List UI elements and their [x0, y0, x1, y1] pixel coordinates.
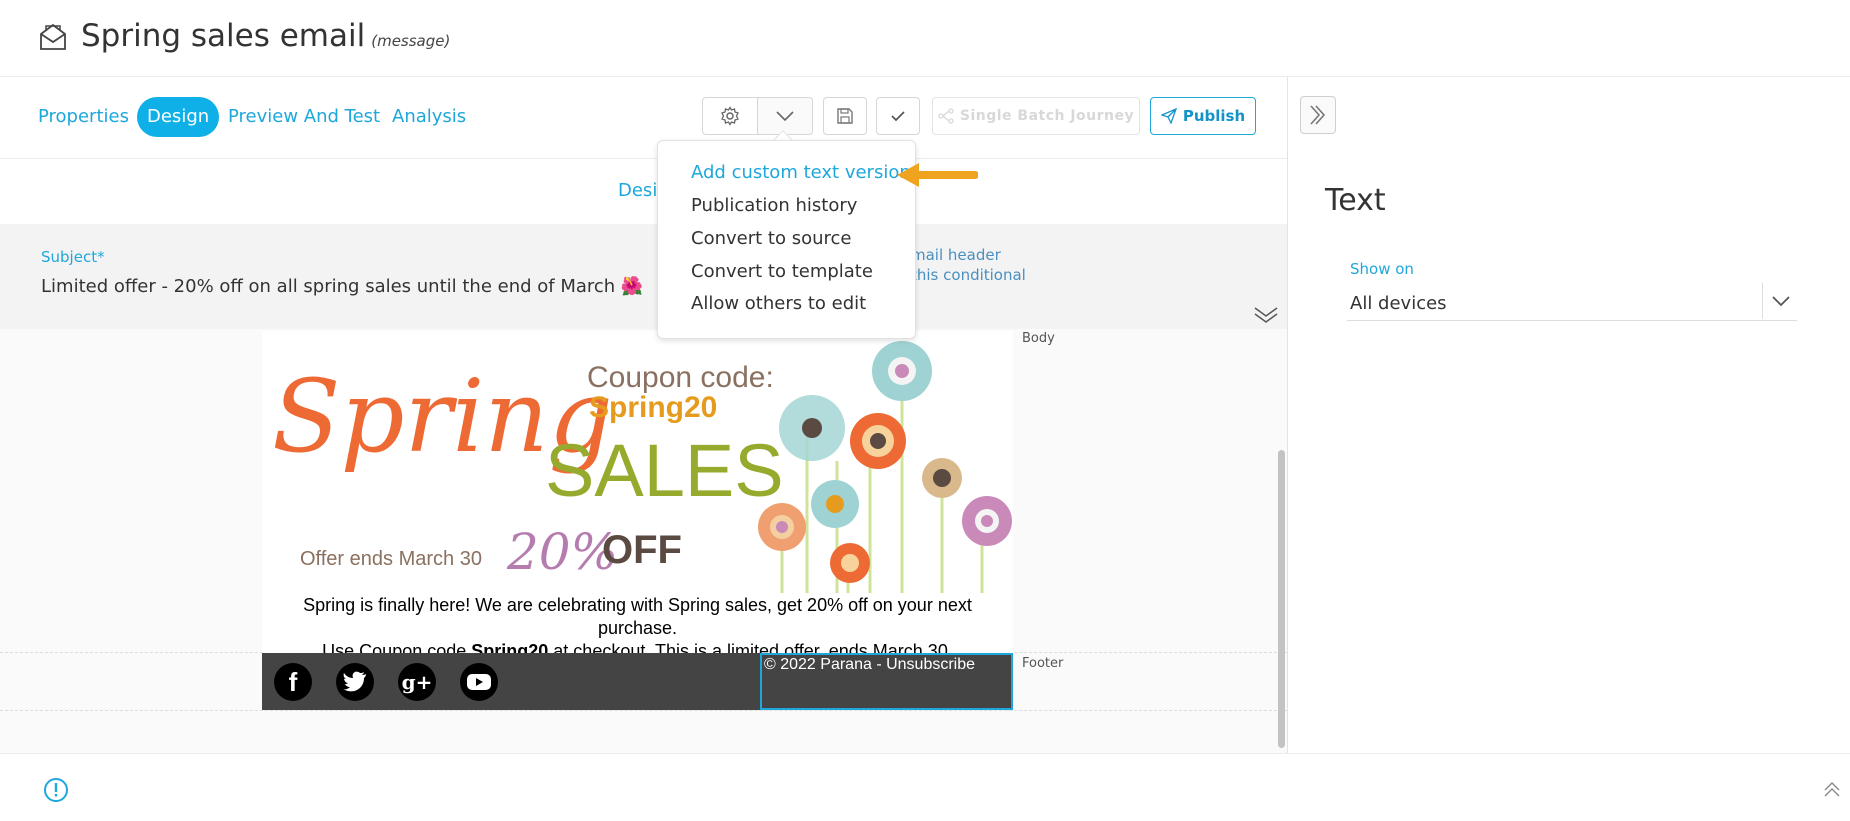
google-plus-icon[interactable]: g+ — [398, 663, 436, 701]
double-chevron-right-icon — [1310, 105, 1326, 125]
page-title: Spring sales email (message) — [81, 18, 450, 54]
facebook-icon[interactable]: f — [274, 663, 312, 701]
subject-label: Subject* — [41, 248, 105, 266]
decorative-flowers — [758, 341, 1012, 583]
chevron-down-icon — [776, 111, 794, 122]
gear-icon — [721, 106, 739, 126]
youtube-play-glyph — [467, 674, 491, 690]
collapse-panel-button[interactable] — [1300, 96, 1336, 134]
validate-button[interactable] — [876, 97, 920, 135]
email-footer-block[interactable]: f g+ © 2022 Parana - Unsubscribe — [262, 653, 1013, 710]
save-button[interactable] — [823, 97, 867, 135]
panel-divider — [1287, 77, 1288, 753]
email-header-link[interactable]: mail header — [911, 246, 1001, 264]
banner-graphic: Spring Coupon code: Spring20 SALES Offer… — [272, 341, 1012, 593]
twitter-icon[interactable] — [336, 663, 374, 701]
menu-item-allow-others-to-edit[interactable]: Allow others to edit — [691, 293, 866, 314]
body-line-1: Spring is finally here! We are celebrati… — [303, 595, 972, 638]
single-batch-journey-label: Single Batch Journey — [959, 108, 1135, 124]
subject-field[interactable]: Limited offer - 20% off on all spring sa… — [41, 276, 643, 297]
subject-area: Subject* Limited offer - 20% off on all … — [0, 224, 1287, 329]
more-options-dropdown-button[interactable] — [757, 97, 813, 135]
chevron-down-icon — [1772, 296, 1790, 307]
tab-properties[interactable]: Properties — [28, 97, 139, 137]
check-icon — [891, 111, 905, 122]
footer-text-cell[interactable]: © 2022 Parana - Unsubscribe — [760, 653, 1013, 710]
select-separator — [1762, 283, 1763, 319]
tab-design[interactable]: Design — [137, 97, 220, 137]
menu-item-convert-to-template[interactable]: Convert to template — [691, 261, 873, 282]
panel-title: Text — [1325, 183, 1386, 218]
journey-icon — [938, 108, 954, 124]
show-on-select[interactable]: All devices — [1347, 283, 1797, 321]
body-zone-label: Body — [1022, 331, 1055, 346]
youtube-icon[interactable] — [460, 663, 498, 701]
save-icon — [837, 108, 853, 124]
zone-separator — [0, 710, 1287, 711]
settings-button[interactable] — [702, 97, 758, 135]
message-envelope-icon — [40, 23, 66, 50]
page-title-text: Spring sales email — [81, 18, 366, 54]
double-chevron-up-icon[interactable] — [1822, 780, 1842, 800]
menu-item-publication-history[interactable]: Publication history — [691, 195, 857, 216]
banner-coupon-label: Coupon code: — [587, 361, 774, 394]
top-header: Spring sales email (message) — [0, 0, 1850, 77]
banner-sales-word: SALES — [545, 429, 784, 512]
show-on-label: Show on — [1350, 260, 1414, 278]
tab-preview-and-test[interactable]: Preview And Test — [218, 97, 390, 137]
publish-label: Publish — [1182, 107, 1246, 125]
page-type-label: (message) — [371, 32, 451, 50]
double-chevron-down-icon[interactable] — [1253, 305, 1279, 325]
annotation-arrow-icon — [897, 163, 978, 187]
footer-zone-label: Footer — [1022, 656, 1064, 671]
twitter-bird-glyph — [343, 671, 366, 692]
banner-off-word: OFF — [602, 528, 682, 572]
canvas-scrollbar[interactable] — [1278, 450, 1285, 748]
bottom-bar — [0, 753, 1850, 821]
banner-coupon-code: Spring20 — [589, 391, 717, 424]
more-options-menu: Add custom text version Publication hist… — [657, 140, 916, 339]
publish-button[interactable]: Publish — [1150, 97, 1256, 135]
paper-plane-icon — [1160, 108, 1177, 124]
menu-item-convert-to-source[interactable]: Convert to source — [691, 228, 851, 249]
conditional-link[interactable]: this conditional — [911, 266, 1026, 284]
menu-item-add-custom-text-version[interactable]: Add custom text version — [691, 162, 911, 183]
show-on-value: All devices — [1350, 293, 1447, 314]
banner-offer-ends: Offer ends March 30 — [300, 548, 482, 570]
single-batch-journey-button[interactable]: Single Batch Journey — [932, 97, 1140, 135]
spring-sales-banner[interactable]: Spring Coupon code: Spring20 SALES Offer… — [262, 331, 1013, 593]
footer-copyright-text: © 2022 Parana - Unsubscribe — [764, 656, 976, 673]
alert-icon[interactable] — [43, 777, 69, 803]
tab-analysis[interactable]: Analysis — [382, 97, 476, 137]
